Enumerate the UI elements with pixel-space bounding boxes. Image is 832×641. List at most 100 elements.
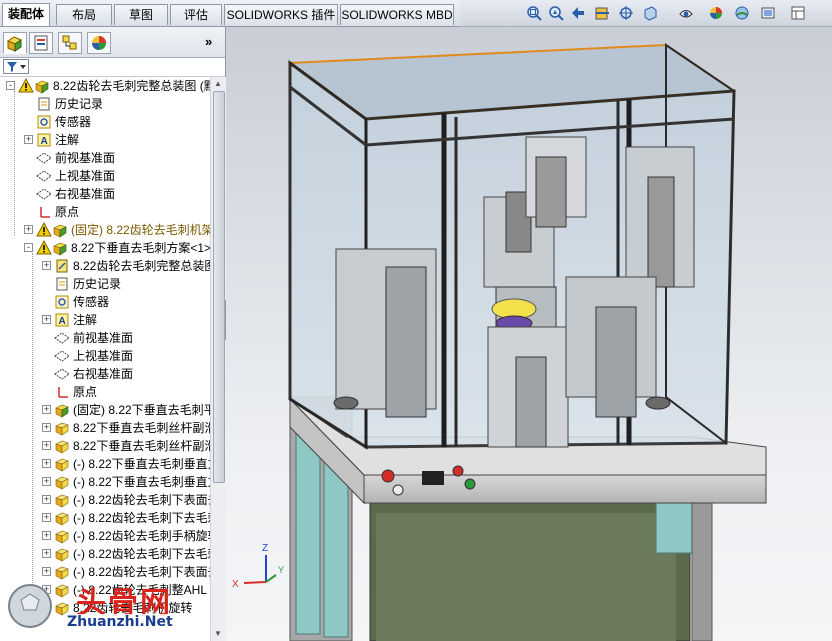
display-pane-icon[interactable]	[790, 5, 806, 21]
tree-item-label: (-) 8.22齿轮去毛刺下去毛刺	[73, 547, 210, 561]
feature-manager-panel: » -8.22齿轮去毛刺完整总装图 (默 历史记录 传感器 + A 注解 前视基准面 上视基准…	[0, 27, 226, 641]
part-icon	[54, 510, 70, 526]
collapse-toggle[interactable]: -	[24, 243, 33, 252]
expand-toggle[interactable]: +	[42, 567, 51, 576]
plane-icon	[54, 330, 70, 346]
tree-item-label: 历史记录	[55, 97, 104, 111]
machine-model: Z X Y	[232, 43, 767, 641]
tree-item[interactable]: - 8.22齿轮去毛刺完整总装图 (默	[0, 77, 210, 95]
tree-filter-bar	[0, 58, 225, 77]
scene-icon[interactable]	[734, 5, 750, 21]
tree-item-label: 前视基准面	[73, 331, 134, 345]
filter-button[interactable]	[3, 59, 29, 74]
svg-text:A: A	[59, 316, 66, 327]
expand-toggle[interactable]: +	[42, 513, 51, 522]
panel-expand-chevron[interactable]: »	[205, 34, 212, 49]
tree-item[interactable]: 右视基准面	[0, 185, 210, 203]
collapse-toggle[interactable]: -	[6, 81, 15, 90]
coordinate-triad: Z X Y	[232, 543, 284, 590]
property-manager-icon	[34, 35, 48, 51]
tab-evaluate[interactable]: 评估	[170, 4, 222, 25]
expand-toggle[interactable]: +	[42, 423, 51, 432]
tree-item-label: (固定) 8.22齿轮去毛刺机架组	[71, 223, 210, 237]
plane-icon	[36, 168, 52, 184]
section-view-icon[interactable]	[594, 5, 610, 21]
tree-connector-line	[14, 91, 15, 235]
tree-connector-line	[32, 253, 33, 613]
tree-item-label: 历史记录	[73, 277, 122, 291]
tab-assembly[interactable]: 装配体	[2, 3, 50, 26]
tree-item[interactable]: + A 注解	[0, 131, 210, 149]
tree-scrollbar[interactable]: ▲ ▼	[210, 77, 226, 641]
tree-item-label: 8.22下垂直去毛刺丝杆副滑块	[73, 439, 210, 453]
view-settings-icon[interactable]	[760, 5, 776, 21]
tree-item[interactable]: 历史记录	[0, 95, 210, 113]
display-manager-icon	[92, 36, 106, 50]
expand-toggle[interactable]: +	[42, 459, 51, 468]
part-icon	[54, 492, 70, 508]
edit-appearance-icon[interactable]	[708, 5, 724, 21]
expand-toggle[interactable]: +	[42, 261, 51, 270]
display-manager-tab[interactable]	[87, 32, 111, 54]
tree-item-label: 注解	[73, 313, 98, 327]
configuration-manager-tab[interactable]	[58, 32, 82, 54]
hide-show-items-icon[interactable]	[678, 5, 694, 21]
plane-icon	[36, 186, 52, 202]
tree-item-label: 右视基准面	[73, 367, 134, 381]
origin-icon	[36, 204, 52, 220]
expand-toggle[interactable]: +	[42, 477, 51, 486]
zoom-to-fit-icon[interactable]	[526, 5, 542, 21]
zoom-to-area-icon[interactable]	[548, 5, 564, 21]
tree-item-label: 传感器	[73, 295, 110, 309]
expand-toggle[interactable]: +	[24, 135, 33, 144]
tree-item[interactable]: 前视基准面	[0, 149, 210, 167]
tab-sketch[interactable]: 草图	[114, 4, 168, 25]
tree-item[interactable]: 传感器	[0, 113, 210, 131]
scrollbar-thumb[interactable]	[213, 91, 225, 483]
view-orientation-icon[interactable]	[618, 5, 634, 21]
scroll-up-arrow[interactable]: ▲	[214, 79, 222, 88]
feature-manager-tab[interactable]	[3, 32, 27, 54]
tree-item-label: 前视基准面	[55, 151, 116, 165]
tree-item-label: 原点	[73, 385, 98, 399]
tree-item-label: 上视基准面	[73, 349, 134, 363]
tab-solidworks-addins[interactable]: SOLIDWORKS 插件	[224, 4, 338, 25]
tree-item-label: (-) 8.22齿轮去毛刺下表面去	[73, 493, 210, 507]
previous-view-icon[interactable]	[570, 5, 586, 21]
part-icon	[54, 528, 70, 544]
assembly-icon	[52, 240, 68, 256]
expand-toggle[interactable]: +	[42, 531, 51, 540]
origin-icon	[54, 384, 70, 400]
expand-toggle[interactable]: +	[42, 549, 51, 558]
plane-icon	[54, 348, 70, 364]
tab-solidworks-mbd[interactable]: SOLIDWORKS MBD	[340, 4, 454, 25]
assembly-icon	[52, 222, 68, 238]
display-style-icon[interactable]	[642, 5, 658, 21]
graphics-viewport[interactable]: Z X Y	[226, 27, 832, 641]
tree-item-label: (-) 8.22下垂直去毛刺垂直方	[73, 457, 210, 471]
property-manager-tab[interactable]	[29, 32, 53, 54]
tree-item-label: 传感器	[55, 115, 92, 129]
part-icon	[54, 420, 70, 436]
tree-item-label: (-) 8.22下垂直去毛刺垂直方	[73, 475, 210, 489]
tree-item[interactable]: 上视基准面	[0, 167, 210, 185]
tree-item[interactable]: + (固定) 8.22齿轮去毛刺机架组	[0, 221, 210, 239]
command-manager-tabs: 装配体 布局 草图 评估 SOLIDWORKS 插件 SOLIDWORKS MB…	[0, 0, 460, 27]
tree-item-label: 8.22齿轮去毛刺完整总装图 (默	[53, 79, 210, 93]
expand-toggle[interactable]: +	[42, 495, 51, 504]
tree-item[interactable]: 原点	[0, 203, 210, 221]
expand-toggle[interactable]: +	[42, 405, 51, 414]
expand-toggle[interactable]: +	[42, 315, 51, 324]
tab-layout[interactable]: 布局	[56, 4, 112, 25]
annotation-icon: A	[54, 312, 70, 328]
assembly-icon	[54, 402, 70, 418]
tree-item-label: (-) 8.22齿轮去毛刺下去毛刺	[73, 511, 210, 525]
history-icon	[54, 276, 70, 292]
expand-toggle[interactable]: +	[24, 225, 33, 234]
tree-item-label: (-) 8.22齿轮去毛刺手柄旋转	[73, 529, 210, 543]
site-watermark: 头骨网 Zhuanzhi.Net	[4, 578, 224, 638]
plane-icon	[54, 366, 70, 382]
part-icon	[54, 546, 70, 562]
expand-toggle[interactable]: +	[42, 441, 51, 450]
tree-item-label: 8.22齿轮去毛刺完整总装图	[73, 259, 210, 273]
